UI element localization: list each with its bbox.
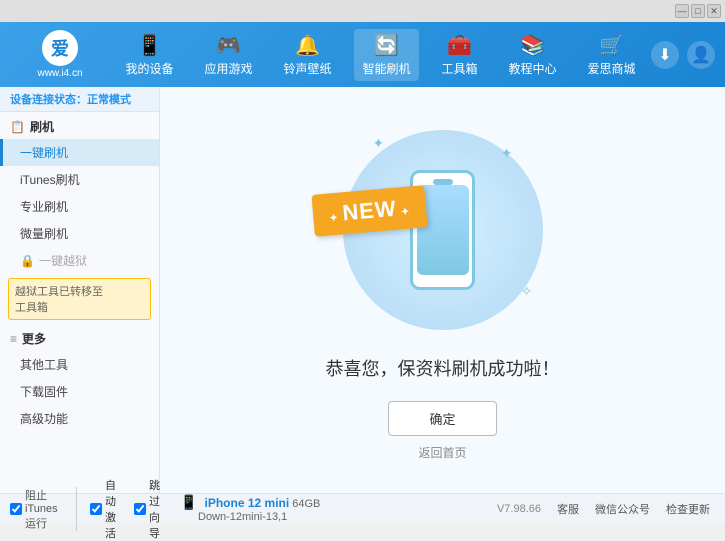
ringtones-icon: 🔔 [295,33,320,58]
itunes-flash-label: iTunes刷机 [20,173,80,187]
device-name: iPhone 12 mini [205,496,290,510]
nav-mall[interactable]: 🛒 爱思商城 [579,29,643,81]
auto-connect-checkbox[interactable] [90,503,102,515]
close-btn[interactable]: ✕ [707,4,721,18]
lock-icon: 🔒 [20,254,35,268]
nav-toolbox[interactable]: 🧰 工具箱 [433,29,485,81]
status-label: 设备连接状态： [10,94,87,106]
sidebar-item-download-firmware[interactable]: 下载固件 [0,378,159,405]
mall-icon: 🛒 [599,33,624,58]
toolbox-icon: 🧰 [447,33,472,58]
notice-text: 越狱工具已转移至工具箱 [15,286,103,314]
nav-ringtones-label: 铃声壁纸 [283,60,331,77]
sidebar-item-itunes-flash[interactable]: iTunes刷机 [0,166,159,193]
download-firmware-label: 下载固件 [20,385,68,399]
micro-flash-label: 微量刷机 [20,227,68,241]
success-illustration: NEW ✦ ✦ ✧ [333,120,553,340]
version-label: V7.98.66 [497,503,541,515]
nav-my-device[interactable]: 📱 我的设备 [117,29,181,81]
customer-service-link[interactable]: 客服 [557,501,579,517]
nav-toolbox-label: 工具箱 [441,60,477,77]
advanced-label: 高级功能 [20,412,68,426]
more-section-title: 更多 [22,330,46,347]
sparkle-2: ✦ [501,145,513,162]
nav-my-device-label: 我的设备 [125,60,173,77]
locked-label: 一键越狱 [39,252,87,269]
logo-url: www.i4.cn [37,68,82,79]
one-click-flash-label: 一键刷机 [20,146,68,160]
itunes-stop-area: 阻止iTunes运行 [10,487,77,531]
nav-smart-flash[interactable]: 🔄 智能刷机 [354,29,418,81]
nav-apps-games[interactable]: 🎮 应用游戏 [196,29,260,81]
sidebar-item-one-click-flash[interactable]: 一键刷机 [0,139,159,166]
header-right-buttons: ⬇ 👤 [651,41,715,69]
minimize-btn[interactable]: — [675,4,689,18]
wechat-link[interactable]: 微信公众号 [595,501,650,517]
sidebar-item-advanced[interactable]: 高级功能 [0,405,159,432]
flash-section-title: 刷机 [30,118,54,135]
device-info-area: 📱 iPhone 12 mini 64GB Down-12mini-13,1 [170,494,497,523]
phone-notch [433,179,453,185]
back-home-link[interactable]: 返回首页 [418,444,466,461]
bottom-right: V7.98.66 客服 微信公众号 检查更新 [497,501,715,517]
download-btn[interactable]: ⬇ [651,41,679,69]
nav-tutorial-label: 教程中心 [508,60,556,77]
status-value: 正常模式 [87,94,131,106]
smart-flash-icon: 🔄 [374,33,399,58]
nav-apps-games-label: 应用游戏 [204,60,252,77]
maximize-btn[interactable]: □ [691,4,705,18]
main-layout: 设备连接状态：正常模式 📋 刷机 一键刷机 iTunes刷机 专业刷机 微量刷机… [0,87,725,493]
other-tools-label: 其他工具 [20,358,68,372]
sparkle-3: ✧ [521,283,533,300]
itunes-stop-checkbox[interactable] [10,503,22,515]
header: 爱 www.i4.cn 📱 我的设备 🎮 应用游戏 🔔 铃声壁纸 🔄 智能刷机 … [0,22,725,87]
nav-tutorial[interactable]: 📚 教程中心 [500,29,564,81]
user-btn[interactable]: 👤 [687,41,715,69]
confirm-button[interactable]: 确定 [388,401,496,436]
nav-mall-label: 爱思商城 [587,60,635,77]
sidebar: 设备连接状态：正常模式 📋 刷机 一键刷机 iTunes刷机 专业刷机 微量刷机… [0,87,160,493]
auto-connect-label: 自动激活 [105,477,126,541]
main-content: NEW ✦ ✦ ✧ 恭喜您，保资料刷机成功啦！ 确定 返回首页 [160,87,725,493]
success-message: 恭喜您，保资料刷机成功啦！ [326,355,560,381]
titlebar: — □ ✕ [0,0,725,22]
device-storage-value: 64GB [292,498,320,510]
pro-flash-label: 专业刷机 [20,200,68,214]
bottom-left: 阻止iTunes运行 自动激活 跳过向导 [10,477,170,541]
flash-section-header: 📋 刷机 [0,112,159,139]
guide-checkbox[interactable] [134,503,146,515]
nav-smart-flash-label: 智能刷机 [362,60,410,77]
flash-section-icon: 📋 [10,120,25,134]
tutorial-icon: 📚 [520,33,545,58]
apps-games-icon: 🎮 [216,33,241,58]
more-section-icon: ≡ [10,332,17,346]
check-update-link[interactable]: 检查更新 [666,501,710,517]
itunes-stop-label: 阻止iTunes运行 [25,487,66,531]
nav-bar: 📱 我的设备 🎮 应用游戏 🔔 铃声壁纸 🔄 智能刷机 🧰 工具箱 📚 教程中心… [110,29,651,81]
logo-icon: 爱 [42,30,78,66]
bottom-bar: 阻止iTunes运行 自动激活 跳过向导 📱 iPhone 12 mini 64… [0,493,725,523]
auto-connect-checkbox-item: 自动激活 [90,477,126,541]
sparkle-1: ✦ [373,135,385,152]
nav-ringtones[interactable]: 🔔 铃声壁纸 [275,29,339,81]
more-section-header: ≡ 更多 [0,324,159,351]
sidebar-item-pro-flash[interactable]: 专业刷机 [0,193,159,220]
sidebar-item-other-tools[interactable]: 其他工具 [0,351,159,378]
sidebar-notice: 越狱工具已转移至工具箱 [8,278,151,320]
logo-area: 爱 www.i4.cn [10,30,110,79]
device-phone-icon: 📱 [180,494,197,510]
sidebar-item-micro-flash[interactable]: 微量刷机 [0,220,159,247]
sidebar-locked-item: 🔒 一键越狱 [0,247,159,274]
connection-status: 设备连接状态：正常模式 [0,87,159,112]
my-device-icon: 📱 [137,33,162,58]
device-firmware: Down-12mini-13,1 [180,511,287,523]
